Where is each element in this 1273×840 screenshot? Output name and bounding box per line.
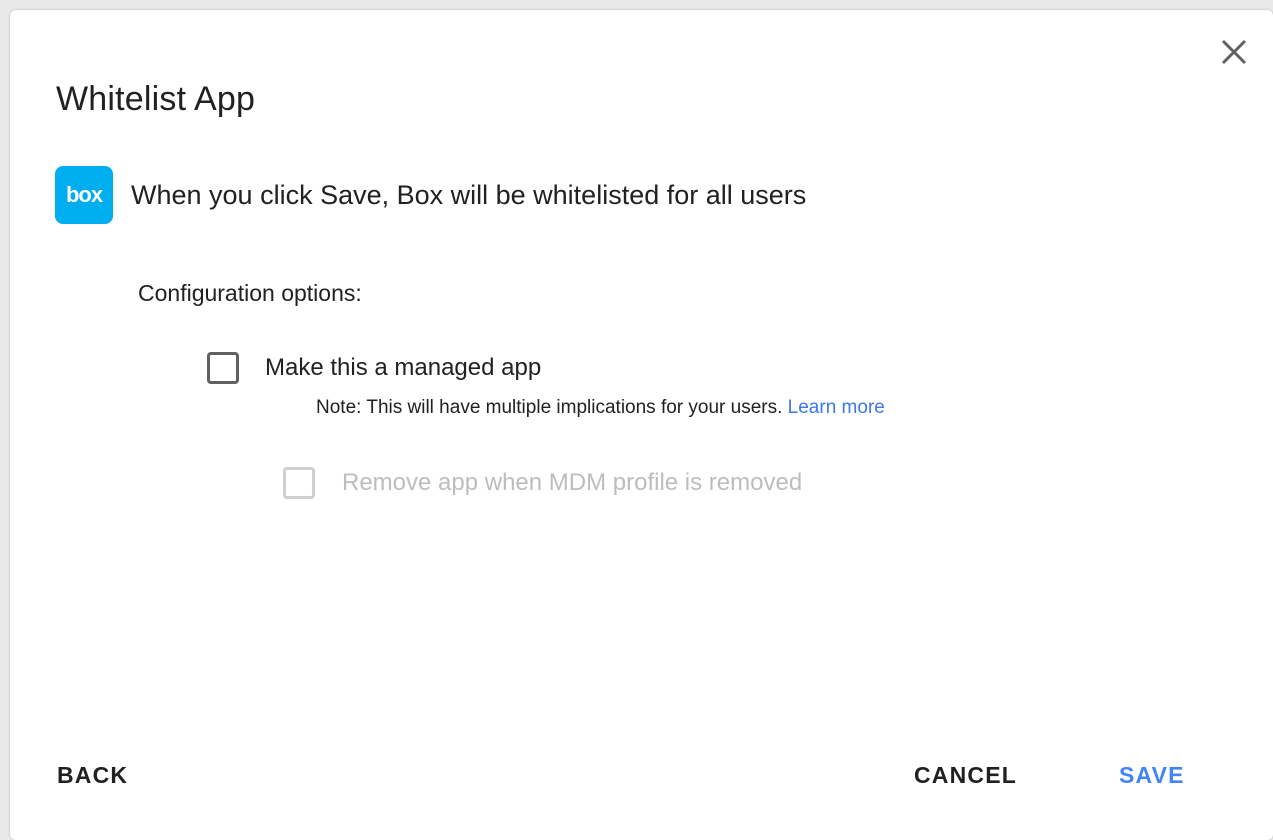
whitelist-message: When you click Save, Box will be whiteli… [131, 179, 807, 210]
app-info-row: box When you click Save, Box will be whi… [55, 166, 806, 224]
close-icon [1221, 39, 1247, 65]
whitelist-app-dialog: Whitelist App box When you click Save, B… [10, 10, 1273, 840]
learn-more-link[interactable]: Learn more [788, 397, 885, 418]
note-text: Note: This will have multiple implicatio… [316, 397, 783, 418]
close-button[interactable] [1218, 36, 1250, 68]
cancel-button[interactable]: CANCEL [914, 762, 1017, 789]
managed-app-note: Note: This will have multiple implicatio… [316, 397, 885, 419]
box-logo-icon: box [66, 182, 105, 207]
remove-app-checkbox [283, 467, 315, 499]
remove-app-option: Remove app when MDM profile is removed [283, 467, 802, 499]
box-logo-text: box [66, 182, 104, 207]
configuration-options-label: Configuration options: [138, 280, 362, 306]
managed-app-label: Make this a managed app [265, 354, 542, 381]
save-button[interactable]: SAVE [1119, 762, 1185, 789]
dialog-title: Whitelist App [56, 80, 256, 118]
remove-app-label: Remove app when MDM profile is removed [342, 469, 803, 496]
managed-app-checkbox[interactable] [207, 352, 239, 384]
managed-app-option[interactable]: Make this a managed app [207, 352, 541, 384]
back-button[interactable]: BACK [57, 762, 128, 789]
box-app-logo: box [55, 166, 113, 224]
